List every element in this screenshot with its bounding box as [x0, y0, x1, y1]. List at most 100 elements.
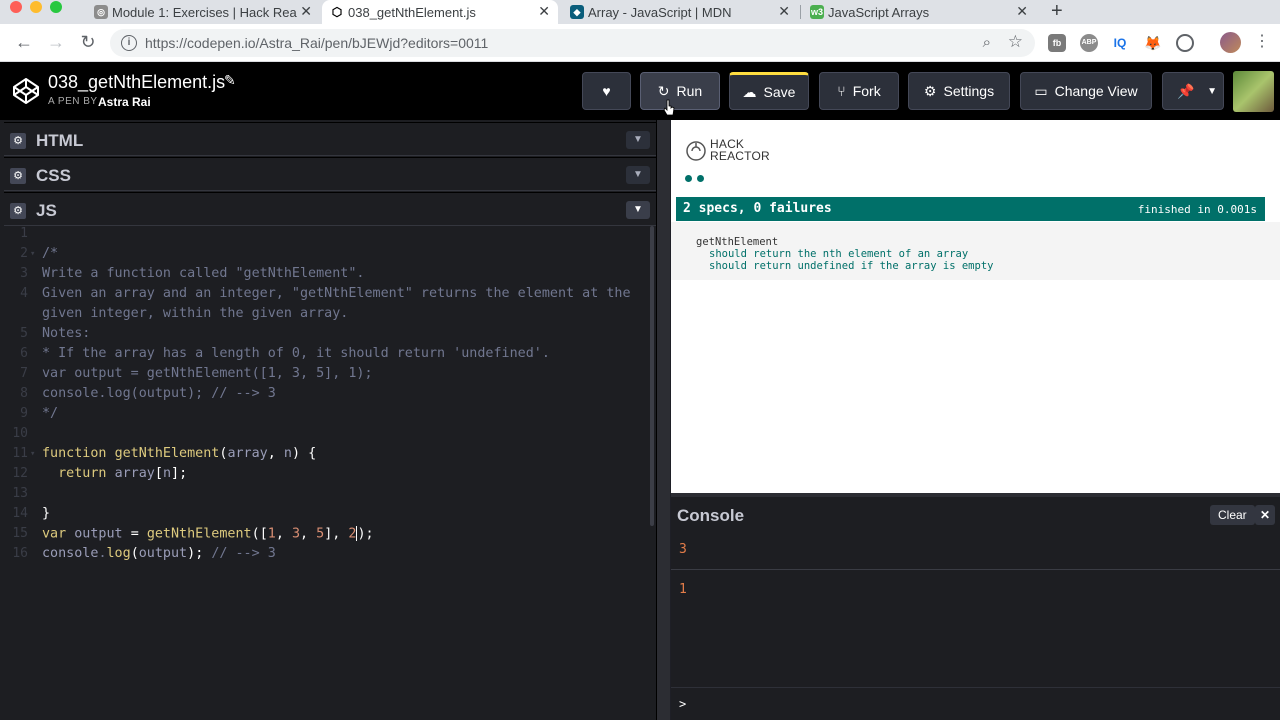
gear-icon: ⚙ — [923, 82, 937, 99]
code-line[interactable]: 1 — [4, 226, 652, 246]
codepen-logo-icon[interactable] — [12, 77, 40, 105]
save-button[interactable]: ☁ Save — [729, 72, 809, 110]
close-icon[interactable]: ✕ — [300, 3, 312, 20]
chevron-down-icon[interactable]: ▼ — [626, 131, 650, 149]
line-number: 12 — [12, 466, 28, 481]
cloud-icon: ☁ — [742, 83, 757, 100]
code-line[interactable]: 10 — [4, 426, 652, 446]
css-panel-header[interactable]: ⚙ CSS ▼ — [4, 157, 656, 191]
chevron-down-icon[interactable]: ▼ — [626, 201, 650, 219]
layout-icon: ▭ — [1034, 82, 1048, 99]
code-line[interactable]: 6 * If the array has a length of 0, it sh… — [4, 346, 652, 366]
spec-summary-bar: 2 specs, 0 failures finished in 0.001s — [676, 197, 1265, 221]
forward-arrow-icon[interactable]: → — [46, 32, 66, 52]
gear-icon[interactable]: ⚙ — [10, 133, 26, 149]
code-line[interactable]: 16 console.log(output); // --> 3 — [4, 546, 652, 566]
love-button[interactable]: ♥ — [582, 72, 631, 110]
back-arrow-icon[interactable]: ← — [14, 32, 34, 52]
maximize-window-button[interactable] — [50, 1, 62, 13]
code-line[interactable]: 3 Write a function called "getNthElement"… — [4, 266, 652, 286]
info-icon[interactable]: i — [121, 35, 137, 51]
browser-tab-1[interactable]: ◎ Module 1: Exercises | Hack Rea ✕ — [86, 0, 320, 24]
heart-icon: ♥ — [602, 83, 611, 99]
line-number: 9 — [20, 406, 28, 421]
code-text: var output = getNthElement([1, 3, 5], 1)… — [42, 366, 373, 381]
spec-suite-name[interactable]: getNthElement — [696, 236, 778, 248]
user-avatar[interactable] — [1233, 71, 1274, 112]
html-panel-header[interactable]: ⚙ HTML ▼ — [4, 122, 656, 156]
fold-arrow-icon[interactable]: ▾ — [30, 449, 35, 459]
extension-circle-icon[interactable] — [1176, 34, 1194, 52]
js-panel-header[interactable]: ⚙ JS ▼ — [4, 192, 656, 226]
editor-scrollbar[interactable] — [650, 226, 654, 526]
extension-fb-icon[interactable]: fb — [1048, 34, 1066, 52]
extension-iq-icon[interactable]: IQ — [1111, 34, 1129, 52]
browser-tab-2[interactable]: ⬡ 038_getNthElement.js ✕ — [322, 0, 558, 24]
spec-pass-dot — [685, 175, 692, 182]
console-close-button[interactable]: ✕ — [1255, 505, 1275, 525]
code-line[interactable]: 11 ▾ function getNthElement(array, n) { — [4, 446, 652, 466]
code-line[interactable]: 12 return array[n]; — [4, 466, 652, 486]
tab-separator — [800, 5, 801, 19]
hack-reactor-brand: HACK REACTOR — [710, 137, 770, 163]
fold-arrow-icon[interactable]: ▾ — [30, 249, 35, 259]
pencil-edit-icon[interactable]: ✎ — [224, 72, 236, 89]
minimize-window-button[interactable] — [30, 1, 42, 13]
bookmark-star-icon[interactable]: ☆ — [1008, 32, 1023, 52]
code-line[interactable]: 2 ▾ /* — [4, 246, 652, 266]
chevron-down-icon[interactable]: ▼ — [626, 166, 650, 184]
code-text: * If the array has a length of 0, it sho… — [42, 346, 550, 361]
code-line[interactable]: 8 console.log(output); // --> 3 — [4, 386, 652, 406]
code-line[interactable]: 13 — [4, 486, 652, 506]
code-line[interactable]: 4 Given an array and an integer, "getNthE… — [4, 286, 652, 306]
spec-item[interactable]: should return undefined if the array is … — [709, 260, 993, 272]
close-window-button[interactable] — [10, 1, 22, 13]
code-line[interactable]: 7 var output = getNthElement([1, 3, 5], 1… — [4, 366, 652, 386]
change-view-button[interactable]: ▭ Change View — [1020, 72, 1152, 110]
extension-abp-icon[interactable]: ABP — [1080, 34, 1098, 52]
browser-tab-3[interactable]: ◆ Array - JavaScript | MDN ✕ — [562, 0, 798, 24]
js-code-editor[interactable]: 1 2 ▾/* 3 Write a function called "getNthEle… — [4, 226, 652, 720]
reload-icon[interactable]: ↻ — [78, 32, 98, 52]
line-number: 8 — [20, 386, 28, 401]
spec-item[interactable]: should return the nth element of an arra… — [709, 248, 968, 260]
new-tab-button[interactable]: + — [1051, 0, 1063, 23]
pen-author-link[interactable]: Astra Rai — [98, 95, 151, 109]
console-title: Console — [677, 506, 745, 525]
gear-icon[interactable]: ⚙ — [10, 203, 26, 219]
address-bar[interactable]: i https://codepen.io/Astra_Rai/pen/bJEWj… — [110, 29, 1035, 57]
spec-pass-dot — [697, 175, 704, 182]
code-text: /* — [42, 246, 59, 261]
close-icon[interactable]: ✕ — [538, 3, 550, 20]
console-input[interactable]: > — [671, 687, 1280, 720]
chevron-down-icon[interactable]: ▼ — [1207, 86, 1217, 97]
code-line[interactable]: 14} — [4, 506, 652, 526]
code-line[interactable]: 15 var output = getNthElement([1, 3, 5], … — [4, 526, 652, 546]
pin-menu-button[interactable]: 📌 ▼ — [1162, 72, 1224, 110]
console-panel: Console Clear ✕ 3 1 > — [671, 493, 1280, 720]
console-clear-button[interactable]: Clear — [1210, 505, 1255, 525]
browser-tab-4[interactable]: w3 JavaScript Arrays ✕ — [802, 0, 1036, 24]
kebab-menu-icon[interactable]: ⋮ — [1252, 32, 1272, 52]
result-preview: HACK REACTOR 2 specs, 0 failures finishe… — [671, 120, 1280, 493]
url-text[interactable]: https://codepen.io/Astra_Rai/pen/bJEWjd?… — [145, 35, 488, 51]
run-button[interactable]: ↻ Run — [640, 72, 720, 110]
code-line[interactable]: 9 */ — [4, 406, 652, 426]
fork-icon: ⑂ — [837, 83, 846, 99]
close-icon[interactable]: ✕ — [1016, 3, 1028, 20]
code-line[interactable]: 5 Notes: — [4, 326, 652, 346]
code-text: Given an array and an integer, "getNthEl… — [42, 286, 631, 301]
metamask-fox-icon[interactable]: 🦊 — [1144, 34, 1162, 52]
zoom-icon[interactable]: ⌕ — [983, 34, 991, 51]
code-line[interactable]: given integer, within the given array. — [4, 306, 652, 326]
line-number: 10 — [12, 426, 28, 441]
pane-resize-handle[interactable] — [656, 120, 670, 720]
line-number: 7 — [20, 366, 28, 381]
fork-button[interactable]: ⑂ Fork — [819, 72, 899, 110]
line-number: 6 — [20, 346, 28, 361]
close-icon[interactable]: ✕ — [778, 3, 790, 20]
settings-button[interactable]: ⚙ Settings — [908, 72, 1010, 110]
gear-icon[interactable]: ⚙ — [10, 168, 26, 184]
pen-title[interactable]: 038_getNthElement.js — [48, 72, 225, 93]
profile-avatar[interactable] — [1220, 32, 1241, 53]
